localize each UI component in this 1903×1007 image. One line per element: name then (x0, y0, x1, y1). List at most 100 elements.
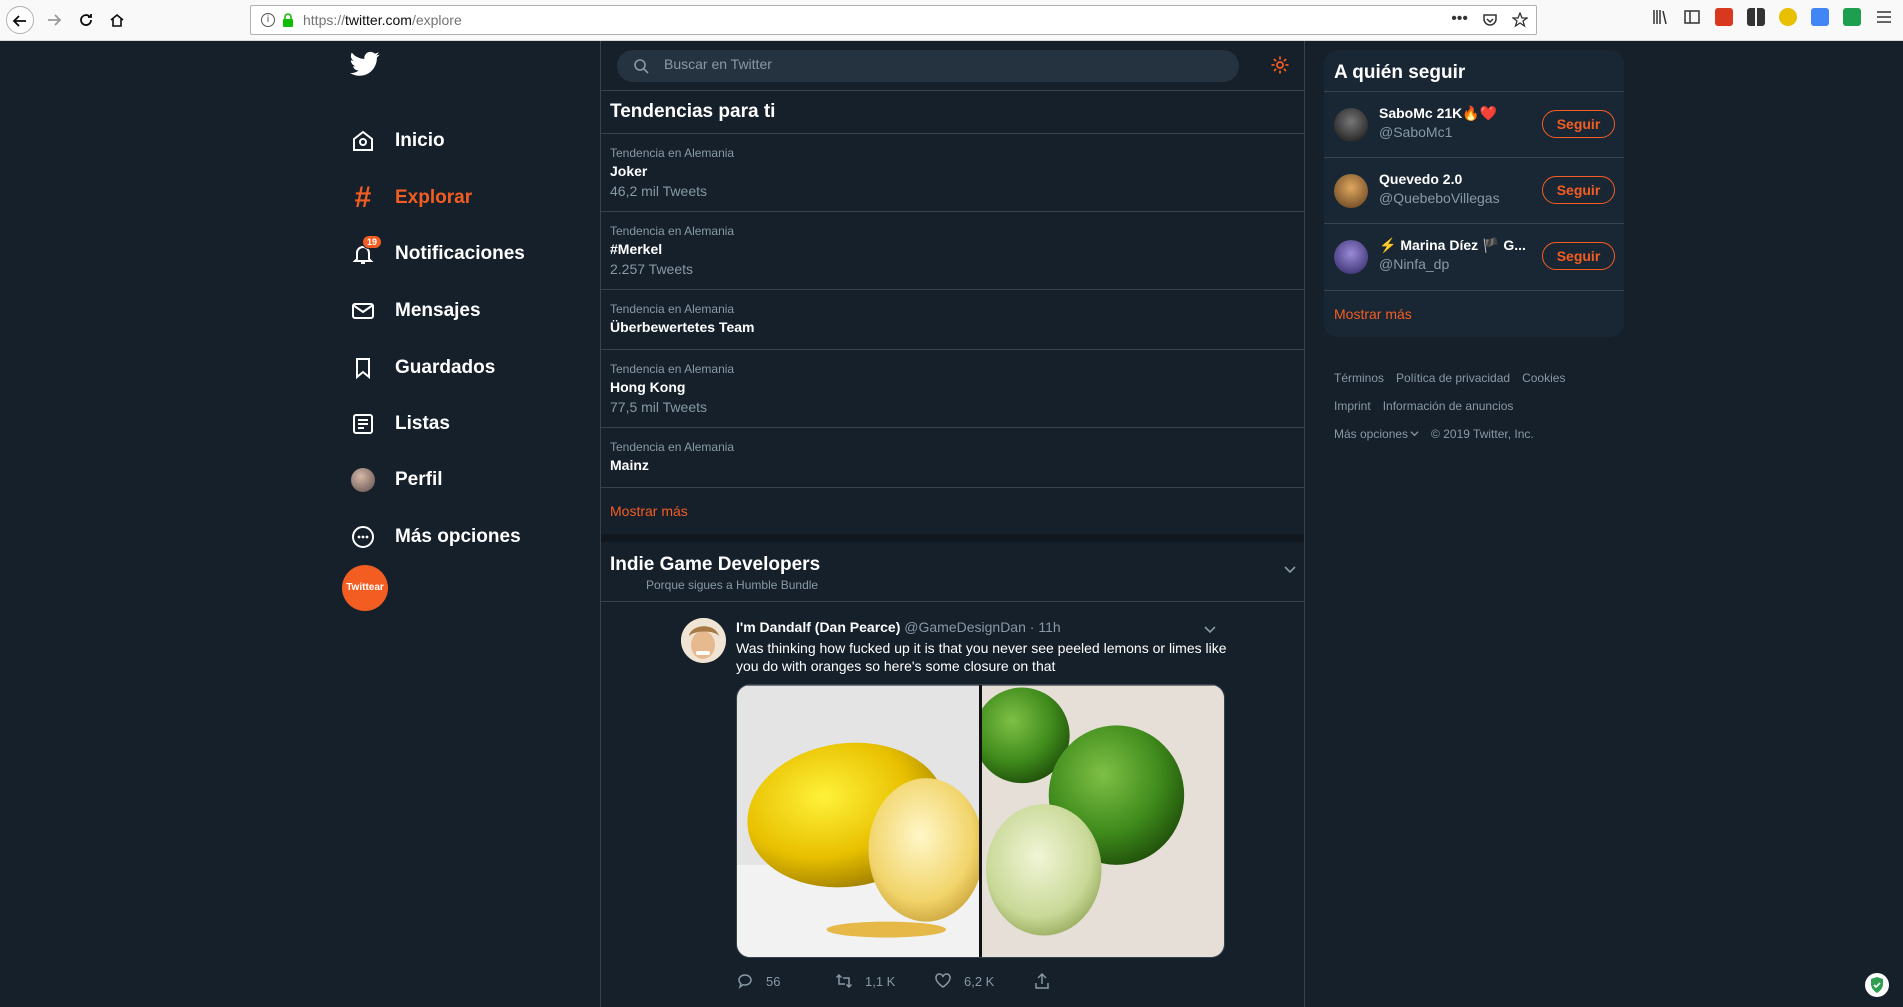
tweet-header: I'm Dandalf (Dan Pearce) @GameDesignDan … (736, 619, 1061, 635)
share-button[interactable] (1033, 972, 1132, 990)
follow-button[interactable]: Seguir (1542, 176, 1615, 204)
user-suggestion[interactable]: SaboMc 21K🔥❤️ @SaboMc1 Seguir (1324, 91, 1624, 157)
separator-dot: · (1025, 619, 1039, 635)
nav-item-bookmarks[interactable]: Guardados (350, 348, 495, 388)
retweet-button[interactable]: 1,1 K (835, 972, 934, 990)
topic-title: Indie Game Developers (610, 554, 821, 575)
twitter-logo-icon[interactable] (350, 51, 380, 77)
reply-button[interactable]: 56 (736, 972, 835, 990)
tweet-menu-chevron-icon[interactable] (1203, 622, 1217, 636)
who-to-follow-show-more-link[interactable]: Mostrar más (1334, 306, 1412, 322)
user-handle: @Ninfa_dp (1379, 256, 1450, 272)
footer-link-terms[interactable]: Términos (1334, 364, 1384, 392)
user-name: Quevedo 2.0 (1379, 171, 1463, 187)
bookmark-star-icon[interactable] (1512, 12, 1528, 28)
nav-label: Listas (395, 413, 450, 434)
library-icon[interactable] (1651, 8, 1669, 26)
tweet-author-avatar[interactable] (681, 618, 726, 663)
like-button[interactable]: 6,2 K (934, 972, 1033, 990)
back-button[interactable] (6, 6, 34, 34)
user-avatar[interactable] (1334, 174, 1368, 208)
translate-icon[interactable] (1811, 8, 1829, 26)
sidebar-icon[interactable] (1683, 8, 1701, 26)
trend-item[interactable]: Tendencia en Alemania Joker 46,2 mil Twe… (601, 134, 1304, 212)
nav-item-home[interactable]: Inicio (350, 121, 445, 161)
nav-label: Explorar (395, 187, 473, 208)
tweet-timestamp[interactable]: 11h (1038, 619, 1060, 635)
tweet-button[interactable]: Twittear (342, 565, 388, 611)
user-suggestion[interactable]: Quevedo 2.0 @QuebeboVillegas Seguir (1324, 157, 1624, 223)
extension-icon[interactable] (1715, 8, 1733, 26)
section-divider (601, 534, 1304, 542)
nav-item-more[interactable]: Más opciones (350, 517, 521, 557)
search-box[interactable] (617, 50, 1239, 82)
nav-label: Guardados (395, 357, 496, 378)
user-avatar[interactable] (1334, 108, 1368, 142)
chevron-down-icon[interactable] (1283, 562, 1297, 576)
pocket-icon[interactable] (1482, 12, 1498, 28)
search-input[interactable] (664, 56, 1224, 72)
trend-name: Hong Kong (610, 379, 686, 395)
avatar-face-icon (681, 618, 726, 663)
reload-button[interactable] (72, 6, 100, 34)
user-suggestion[interactable]: ⚡ Marina Díez 🏴 G... @Ninfa_dp Seguir (1324, 223, 1624, 289)
hashtag-icon: # (354, 181, 372, 214)
tweet-author-handle[interactable]: @GameDesignDan (904, 619, 1026, 635)
footer-more-options-label: Más opciones (1334, 427, 1409, 441)
bookmark-icon (350, 355, 376, 381)
nav-item-explore[interactable]: # Explorar (350, 178, 472, 218)
nav-label: Perfil (395, 469, 443, 490)
peeled-lime-image (981, 685, 1224, 957)
tweet-image[interactable] (736, 684, 1225, 958)
footer-link-privacy[interactable]: Política de privacidad (1396, 364, 1510, 392)
trend-item[interactable]: Tendencia en Alemania #Merkel 2.257 Twee… (601, 212, 1304, 290)
url-text[interactable]: https://twitter.com/explore (303, 12, 462, 28)
footer-link-cookies[interactable]: Cookies (1522, 364, 1565, 392)
gear-icon[interactable] (1270, 55, 1290, 75)
arrow-right-icon (48, 14, 62, 26)
explore-main-column: Tendencias para ti Tendencia en Alemania… (600, 41, 1305, 1007)
user-avatar[interactable] (1334, 240, 1368, 274)
nav-item-lists[interactable]: Listas (350, 404, 450, 444)
extension-grid-icon[interactable] (1747, 8, 1765, 26)
trend-item[interactable]: Tendencia en Alemania Mainz (601, 428, 1304, 488)
home-button[interactable] (103, 6, 131, 34)
extension-bird-icon[interactable] (1779, 8, 1797, 26)
follow-button[interactable]: Seguir (1542, 242, 1615, 270)
url-host: twitter.com (345, 12, 412, 28)
trend-item[interactable]: Tendencia en Alemania Überbewertetes Tea… (601, 290, 1304, 350)
follow-button[interactable]: Seguir (1542, 110, 1615, 138)
who-to-follow-title: A quién seguir (1334, 62, 1466, 83)
nav-item-notifications[interactable]: 19 Notificaciones (350, 234, 525, 274)
reply-count: 56 (766, 973, 781, 989)
chevron-down-icon (1410, 431, 1419, 437)
notification-badge: 19 (362, 235, 383, 249)
nav-item-messages[interactable]: Mensajes (350, 291, 481, 331)
lock-icon[interactable] (282, 13, 294, 27)
trend-count: 46,2 mil Tweets (610, 183, 708, 199)
footer-more-options[interactable]: Más opciones (1334, 420, 1419, 448)
tweet-author-name[interactable]: I'm Dandalf (Dan Pearce) (736, 619, 900, 635)
shield-icon[interactable] (1865, 973, 1889, 997)
trends-show-more-link[interactable]: Mostrar más (610, 503, 688, 519)
divider (601, 90, 1304, 91)
nav-label: Inicio (395, 130, 445, 151)
user-name: ⚡ Marina Díez 🏴 G... (1379, 237, 1526, 253)
footer-link-ads-info[interactable]: Información de anuncios (1383, 392, 1514, 420)
page-actions-icon[interactable]: ••• (1451, 10, 1468, 28)
url-path: /explore (411, 12, 462, 28)
trend-context: Tendencia en Alemania (610, 146, 735, 160)
footer-link-imprint[interactable]: Imprint (1334, 392, 1371, 420)
avatar (350, 467, 376, 493)
trend-name: Mainz (610, 457, 649, 473)
url-bar[interactable]: i https://twitter.com/explore ••• (250, 5, 1537, 35)
trend-item[interactable]: Tendencia en Alemania Hong Kong 77,5 mil… (601, 350, 1304, 428)
nav-item-profile[interactable]: Perfil (350, 460, 443, 500)
menu-icon[interactable] (1875, 8, 1893, 26)
user-handle: @QuebeboVillegas (1379, 190, 1500, 206)
browser-toolbar: i https://twitter.com/explore ••• (0, 0, 1903, 41)
info-icon[interactable]: i (261, 13, 275, 27)
extension-s-icon[interactable] (1843, 8, 1861, 26)
trend-count: 77,5 mil Tweets (610, 399, 708, 415)
forward-button[interactable] (40, 6, 68, 34)
